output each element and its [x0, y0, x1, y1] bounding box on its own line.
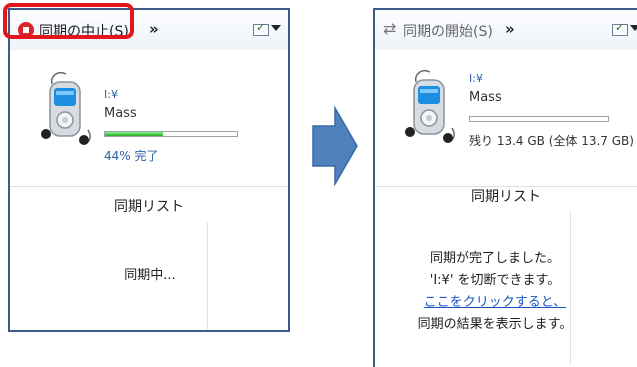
device-name: Mass: [469, 90, 502, 105]
sync-results-line: 同期の結果を表示します。: [417, 317, 573, 332]
sync-options-dropdown[interactable]: ✓: [612, 21, 628, 36]
sync-progress-bar: [104, 131, 238, 137]
transition-arrow-icon: [312, 106, 358, 186]
sync-complete-message: 同期が完了しました。 'I:¥' を切断できます。 ここをクリックすると、 同期…: [385, 248, 605, 336]
sync-options-dropdown[interactable]: ✓: [253, 21, 269, 36]
sync-icon: ⇄: [383, 19, 397, 38]
sync-panel-complete: ⇄ 同期の開始(S) » ✓ I:¥ Mass 残り 13.4 GB (全体 1…: [373, 8, 637, 367]
checkmark-icon: ✓: [256, 21, 266, 34]
more-options-chevron-icon[interactable]: »: [149, 20, 159, 38]
sync-disconnect-line: 'I:¥' を切断できます。: [429, 273, 561, 288]
chevron-down-icon[interactable]: [271, 25, 281, 31]
media-player-device-icon: [41, 72, 91, 145]
start-sync-button[interactable]: 同期の開始(S): [403, 21, 493, 41]
checkmark-icon: ✓: [615, 21, 625, 34]
sync-progress-fill: [105, 132, 164, 136]
device-info: I:¥ Mass 44% 完了: [10, 50, 288, 187]
media-player-device-icon: [405, 70, 455, 143]
chevron-down-icon[interactable]: [630, 25, 637, 31]
sync-toolbar: ⇄ 同期の開始(S) » ✓: [375, 10, 637, 50]
view-results-link[interactable]: ここをクリックすると、: [385, 292, 605, 314]
device-drive-label: I:¥: [469, 72, 483, 85]
sync-list-title: 同期リスト: [114, 199, 184, 215]
stop-button-highlight: [3, 3, 134, 39]
syncing-message: 同期中...: [124, 268, 176, 283]
device-drive-label: I:¥: [104, 88, 118, 101]
device-name: Mass: [104, 106, 137, 121]
device-info: I:¥ Mass 残り 13.4 GB (全体 13.7 GB): [375, 50, 637, 187]
storage-remaining-text: 残り 13.4 GB (全体 13.7 GB): [469, 134, 634, 148]
sync-progress-text: 44% 完了: [104, 149, 159, 163]
sync-panel-syncing: 同期の中止(S) » ✓ I:¥ Mass 44% 完了 同期リスト 同期中..…: [8, 8, 290, 332]
more-options-chevron-icon[interactable]: »: [505, 20, 515, 38]
storage-usage-bar: [469, 116, 609, 122]
sync-complete-line1: 同期が完了しました。: [429, 251, 560, 266]
sync-list-title: 同期リスト: [471, 189, 541, 205]
list-divider: [207, 222, 208, 330]
